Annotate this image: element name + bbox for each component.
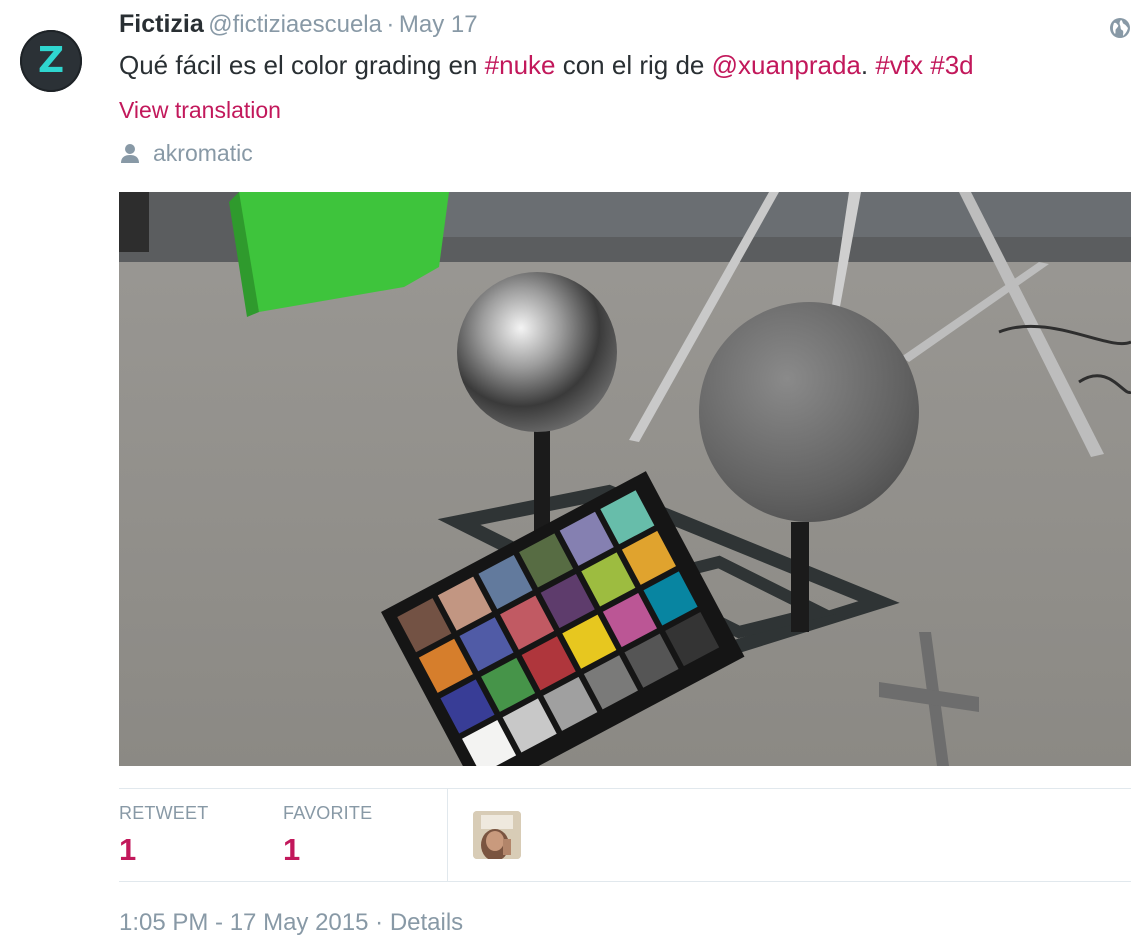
hashtag-nuke[interactable]: #nuke [485,50,556,80]
tweet-photo[interactable] [119,192,1131,766]
mention-xuanprada[interactable]: @xuanprada [712,50,861,80]
favoriter-avatar-image [473,811,521,859]
favorite-count: 1 [283,832,301,867]
tweet-date[interactable]: May 17 [399,11,478,38]
footer-separator: · [375,909,384,936]
view-translation-link[interactable]: View translation [119,97,281,124]
retweet-label: RETWEET [119,803,209,823]
tweet-card: Z Fictizia @fictiziaescuela · May 17 Qué… [0,0,1148,949]
tweet-place[interactable]: akromatic [119,138,253,168]
stats-vertical-divider [447,789,448,881]
author-avatar[interactable]: Z [20,30,82,92]
favorite-stat[interactable]: FAVORITE 1 [283,803,372,868]
favoriter-avatar[interactable] [473,811,521,859]
stats-divider-top [119,788,1131,789]
avatar-letter: Z [37,40,65,81]
tweet-text-segment: . [860,50,876,80]
details-link[interactable]: Details [390,909,463,936]
hashtag-3d[interactable]: #3d [930,50,973,80]
author-screen-name[interactable]: @fictiziaescuela [208,11,382,38]
retweet-stat[interactable]: RETWEET 1 [119,803,208,868]
tweet-header: Fictizia @fictiziaescuela · May 17 [119,10,478,44]
globe-icon [1110,18,1130,38]
tweet-timestamp: 1:05 PM - 17 May 2015 · Details [119,909,463,937]
tweet-text-segment: con el rig de [555,50,712,80]
retweet-count: 1 [119,832,137,867]
stats-divider-bottom [119,881,1131,882]
place-name: akromatic [153,139,253,166]
hashtag-vfx[interactable]: #vfx [875,50,923,80]
photo-image [119,192,1131,766]
person-icon [121,144,139,163]
header-separator: · [386,11,395,38]
tweet-text: Qué fácil es el color grading en #nuke c… [119,48,974,82]
favorite-label: FAVORITE [283,803,373,823]
author-fullname[interactable]: Fictizia [119,10,204,38]
tweet-time[interactable]: 1:05 PM - 17 May 2015 [119,909,368,936]
tweet-text-segment: Qué fácil es el color grading en [119,50,485,80]
